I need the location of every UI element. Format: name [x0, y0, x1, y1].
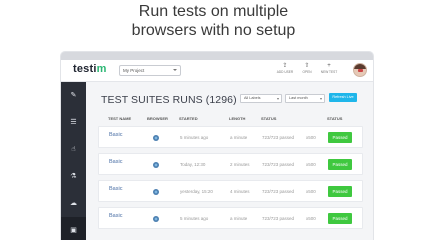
started-time: 5 minutes ago	[180, 135, 209, 140]
new-test-label: NEW TEST	[320, 70, 338, 74]
sidebar: ✎ ☰ ☝ ⚗ ☁ ▣	[61, 82, 86, 240]
avatar[interactable]	[353, 63, 367, 77]
labels-filter[interactable]: All Labels	[240, 94, 282, 103]
table-header: TEST NAME BROWSER STARTED LENGTH STATUS …	[98, 114, 363, 124]
status-badge: Passed	[328, 159, 352, 170]
open-button[interactable]: ⇧ OPEN	[296, 63, 318, 75]
page-title: TEST SUITES RUNS (1296)	[101, 94, 237, 106]
column-header[interactable]: LENGTH	[229, 116, 245, 121]
time-filter[interactable]: Last month	[285, 94, 325, 103]
sidebar-item-suites[interactable]: ▣	[61, 217, 86, 240]
sidebar-item-lab[interactable]: ⚗	[61, 163, 86, 190]
promo-headline: Run tests on multiple browsers with no s…	[0, 2, 427, 40]
chrome-icon	[153, 135, 159, 141]
chrome-icon	[153, 189, 159, 195]
column-header[interactable]: STATUS	[261, 116, 276, 121]
logo-text: testi	[73, 63, 97, 75]
app-window: testim My Project ⇪ ADD USER ⇧ OPEN + NE…	[61, 52, 373, 240]
table-row[interactable]: Basic Today, 12:30 2 minutes 723/723 pas…	[98, 153, 363, 175]
testim-logo[interactable]: testim	[73, 63, 107, 75]
time-filter-value: Last month	[289, 96, 308, 100]
passed-count: 723/723 passed	[262, 216, 295, 221]
test-name-link[interactable]: Basic	[109, 132, 122, 138]
chevron-down-icon	[173, 69, 177, 71]
sidebar-item-grid[interactable]: ☁	[61, 190, 86, 217]
table-row[interactable]: Basic 5 minutes ago a minute 723/723 pas…	[98, 207, 363, 229]
logo-accent: m	[96, 63, 107, 75]
passed-count: 723/723 passed	[262, 162, 295, 167]
column-header[interactable]: TEST NAME	[108, 116, 131, 121]
list-icon: ☰	[70, 119, 77, 126]
open-icon: ⇧	[304, 63, 310, 69]
column-header[interactable]: BROWSER	[147, 116, 168, 121]
sidebar-item-tests[interactable]: ☰	[61, 109, 86, 136]
project-select-value: My Project	[123, 68, 145, 73]
sidebar-item-interactions[interactable]: ☝	[61, 136, 86, 163]
started-time: Today, 12:30	[180, 162, 206, 167]
chevron-down-icon	[277, 97, 279, 100]
status-badge: Passed	[328, 132, 352, 143]
run-length: 4 minutes	[230, 189, 250, 194]
labels-filter-value: All Labels	[244, 96, 261, 100]
headline-line-2: browsers with no setup	[131, 22, 296, 39]
window-titlebar	[61, 52, 373, 60]
column-header[interactable]: STATUS	[327, 116, 342, 121]
run-length: a minute	[230, 135, 248, 140]
headline-line-1: Run tests on multiple	[138, 3, 289, 20]
project-select[interactable]: My Project	[119, 65, 181, 76]
started-time: yesterday, 15:20	[180, 189, 213, 194]
table-row[interactable]: Basic 5 minutes ago a minute 723/723 pas…	[98, 126, 363, 148]
chrome-icon	[153, 162, 159, 168]
run-multiplier: x500	[306, 216, 316, 221]
test-name-link[interactable]: Basic	[109, 159, 122, 165]
avatar-detail	[358, 69, 363, 72]
new-test-button[interactable]: + NEW TEST	[318, 63, 340, 75]
add-user-icon: ⇪	[282, 63, 288, 69]
passed-count: 723/723 passed	[262, 135, 295, 140]
chevron-down-icon	[320, 97, 322, 100]
table-row[interactable]: Basic yesterday, 15:20 4 minutes 723/723…	[98, 180, 363, 202]
top-bar: testim My Project ⇪ ADD USER ⇧ OPEN + NE…	[61, 60, 373, 82]
pen-icon: ✎	[70, 92, 77, 99]
pointer-icon: ☝	[71, 146, 76, 153]
started-time: 5 minutes ago	[180, 216, 209, 221]
sidebar-item-editor[interactable]: ✎	[61, 82, 86, 109]
cloud-icon: ☁	[70, 200, 77, 207]
test-name-link[interactable]: Basic	[109, 213, 122, 219]
status-badge: Passed	[328, 213, 352, 224]
passed-count: 723/723 passed	[262, 189, 295, 194]
run-length: a minute	[230, 216, 248, 221]
refresh-button[interactable]: Refresh Live	[329, 93, 357, 102]
run-multiplier: x500	[306, 162, 316, 167]
test-name-link[interactable]: Basic	[109, 186, 122, 192]
run-multiplier: x500	[306, 189, 316, 194]
open-label: OPEN	[302, 70, 312, 74]
run-length: 2 minutes	[230, 162, 250, 167]
flask-icon: ⚗	[70, 173, 77, 180]
add-user-label: ADD USER	[276, 70, 294, 74]
plus-icon: +	[327, 63, 331, 69]
main-content: TEST SUITES RUNS (1296) All Labels Last …	[86, 82, 373, 240]
status-badge: Passed	[328, 186, 352, 197]
suites-icon: ▣	[70, 227, 77, 234]
column-header[interactable]: STARTED	[179, 116, 198, 121]
run-multiplier: x500	[306, 135, 316, 140]
add-user-button[interactable]: ⇪ ADD USER	[274, 63, 296, 75]
chrome-icon	[153, 216, 159, 222]
